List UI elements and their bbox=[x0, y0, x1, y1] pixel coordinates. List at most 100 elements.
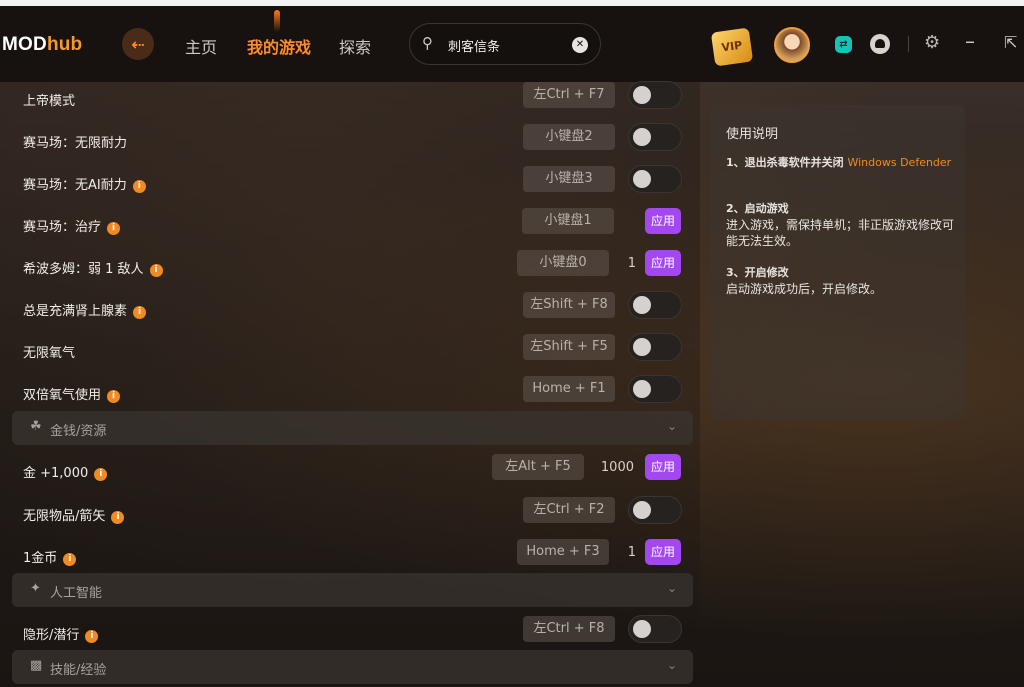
toggle-knob bbox=[633, 620, 651, 638]
cheat-toggle[interactable] bbox=[628, 165, 682, 193]
step-3: 3、开启修改 启动游戏成功后，开启修改。 bbox=[726, 266, 883, 296]
vip-badge[interactable]: VIP bbox=[710, 27, 754, 67]
nav-home[interactable]: 主页 bbox=[185, 34, 217, 58]
info-icon[interactable]: i bbox=[63, 553, 77, 566]
cheat-toggle[interactable] bbox=[628, 496, 682, 524]
cheat-toggle[interactable] bbox=[628, 123, 682, 151]
value-input[interactable]: 1 bbox=[612, 256, 636, 271]
step-1: 1、退出杀毒软件并关闭 Windows Defender bbox=[726, 156, 952, 169]
skills-icon: ▩ bbox=[30, 658, 43, 673]
settings-icon[interactable]: ⚙ bbox=[924, 32, 940, 53]
avatar[interactable] bbox=[774, 27, 810, 63]
switch-icon[interactable]: ⇄ bbox=[835, 36, 852, 53]
cheat-toggle[interactable] bbox=[628, 291, 682, 319]
chevron-down-icon: ⌄ bbox=[666, 419, 677, 433]
toggle-knob bbox=[633, 86, 651, 104]
info-icon[interactable]: i bbox=[107, 222, 121, 235]
section-skills[interactable]: ▩ 技能/经验 ⌄ bbox=[12, 650, 693, 684]
hotkey-badge[interactable]: 左Shift + F8 bbox=[523, 292, 615, 318]
info-icon[interactable]: i bbox=[111, 511, 125, 524]
apply-button[interactable]: 应用 bbox=[645, 208, 681, 234]
cheat-row: 赛马场：治疗 i 小键盘1 应用 bbox=[0, 204, 700, 244]
toggle-knob bbox=[633, 380, 651, 398]
cheat-row: 金 +1,000 i 左Alt + F5 1000 应用 bbox=[0, 450, 700, 490]
header-divider bbox=[908, 36, 909, 52]
nav-my-games[interactable]: 我的游戏 bbox=[247, 34, 311, 58]
search-icon: ⚲ bbox=[422, 34, 433, 52]
cheat-row: 总是充满肾上腺素 i 左Shift + F8 bbox=[0, 288, 700, 328]
cheat-toggle[interactable] bbox=[628, 375, 682, 403]
minimize-icon[interactable]: – bbox=[965, 29, 975, 53]
cheat-label: 1金币 i bbox=[23, 547, 77, 566]
cheat-row: 赛马场：无AI耐力 i 小键盘3 bbox=[0, 162, 700, 202]
apply-button[interactable]: 应用 bbox=[645, 250, 681, 276]
cheat-label: 赛马场：治疗 i bbox=[23, 216, 121, 235]
app-logo: MODhub bbox=[2, 34, 83, 55]
step-2: 2、启动游戏 进入游戏，需保持单机；非正版游戏修改可能无法生效。 bbox=[726, 202, 955, 248]
hotkey-badge[interactable]: 左Ctrl + F2 bbox=[523, 497, 615, 523]
money-bag-icon: ☘ bbox=[30, 419, 42, 434]
toggle-knob bbox=[633, 170, 651, 188]
cheat-label: 赛马场：无限耐力 bbox=[23, 136, 128, 151]
apply-button[interactable]: 应用 bbox=[645, 454, 681, 480]
section-title: 技能/经验 bbox=[50, 663, 107, 678]
info-icon[interactable]: i bbox=[133, 306, 147, 319]
section-title: 人工智能 bbox=[50, 586, 103, 601]
fullscreen-icon[interactable]: ⇱ bbox=[1004, 33, 1017, 52]
cheat-toggle[interactable] bbox=[628, 333, 682, 361]
community-icon[interactable] bbox=[870, 34, 890, 54]
active-nav-indicator bbox=[274, 10, 280, 32]
back-button[interactable]: ⇠ bbox=[122, 28, 154, 60]
chevron-down-icon: ⌄ bbox=[666, 658, 677, 672]
cheat-row: 希波多姆：弱 1 敌人 i 小键盘0 1 应用 bbox=[0, 246, 700, 286]
value-input[interactable]: 1 bbox=[612, 545, 636, 560]
hotkey-badge[interactable]: Home + F1 bbox=[523, 376, 615, 402]
cheat-label: 总是充满肾上腺素 i bbox=[23, 300, 147, 319]
hotkey-badge[interactable]: 左Shift + F5 bbox=[523, 334, 615, 360]
cheat-label: 赛马场：无AI耐力 i bbox=[23, 174, 146, 193]
nav-explore[interactable]: 探索 bbox=[339, 34, 371, 58]
ai-icon: ✦ bbox=[30, 581, 41, 596]
hotkey-badge[interactable]: 小键盘1 bbox=[522, 208, 614, 234]
cheat-row: 赛马场：无限耐力 小键盘2 bbox=[0, 120, 700, 160]
cheat-label: 无限氧气 bbox=[23, 346, 76, 361]
info-icon[interactable]: i bbox=[132, 180, 146, 193]
section-money[interactable]: ☘ 金钱/资源 ⌄ bbox=[12, 411, 693, 445]
info-icon[interactable]: i bbox=[149, 264, 163, 277]
cheat-label: 上帝模式 bbox=[23, 94, 76, 109]
info-icon[interactable]: i bbox=[85, 630, 99, 643]
hotkey-badge[interactable]: 左Alt + F5 bbox=[492, 454, 584, 480]
section-title: 金钱/资源 bbox=[50, 424, 107, 439]
hotkey-badge[interactable]: 小键盘3 bbox=[523, 166, 615, 192]
apply-button[interactable]: 应用 bbox=[645, 539, 681, 565]
cheat-row: 无限氧气 左Shift + F5 bbox=[0, 330, 700, 370]
hotkey-badge[interactable]: 小键盘2 bbox=[523, 124, 615, 150]
cheat-row: 1金币 i Home + F3 1 应用 bbox=[0, 535, 700, 575]
hotkey-badge[interactable]: 小键盘0 bbox=[517, 250, 609, 276]
windows-defender-link[interactable]: Windows Defender bbox=[847, 156, 951, 169]
cheat-row: 上帝模式 左Ctrl + F7 bbox=[0, 78, 700, 118]
arrow-left-icon: ⇠ bbox=[131, 34, 145, 54]
search-input[interactable]: 刺客信条 bbox=[448, 36, 500, 55]
toggle-knob bbox=[633, 338, 651, 356]
search-box[interactable]: ⚲ 刺客信条 ✕ bbox=[409, 23, 601, 65]
cheat-toggle[interactable] bbox=[628, 615, 682, 643]
clear-search-icon[interactable]: ✕ bbox=[572, 37, 588, 53]
value-input[interactable]: 1000 bbox=[596, 460, 634, 475]
toggle-knob bbox=[633, 128, 651, 146]
hotkey-badge[interactable]: 左Ctrl + F7 bbox=[523, 82, 615, 108]
instructions-title: 使用说明 bbox=[726, 127, 779, 142]
info-icon[interactable]: i bbox=[107, 390, 121, 403]
hotkey-badge[interactable]: 左Ctrl + F8 bbox=[523, 616, 615, 642]
hotkey-badge[interactable]: Home + F3 bbox=[517, 539, 609, 565]
info-icon[interactable]: i bbox=[94, 468, 108, 481]
instructions-panel: 使用说明 1、退出杀毒软件并关闭 Windows Defender 2、启动游戏… bbox=[710, 105, 965, 420]
cheat-row: 无限物品/箭矢 i 左Ctrl + F2 bbox=[0, 493, 700, 533]
app-header: MODhub ⇠ 主页 我的游戏 探索 ⚲ 刺客信条 ✕ VIP ⇄ ⚙ – ⇱ bbox=[0, 6, 1024, 82]
toggle-knob bbox=[633, 501, 651, 519]
cheat-label: 希波多姆：弱 1 敌人 i bbox=[23, 258, 163, 277]
chevron-down-icon: ⌄ bbox=[666, 581, 677, 595]
cheat-toggle[interactable] bbox=[628, 81, 682, 109]
section-ai[interactable]: ✦ 人工智能 ⌄ bbox=[12, 573, 693, 607]
cheat-row: 双倍氧气使用 i Home + F1 bbox=[0, 372, 700, 412]
